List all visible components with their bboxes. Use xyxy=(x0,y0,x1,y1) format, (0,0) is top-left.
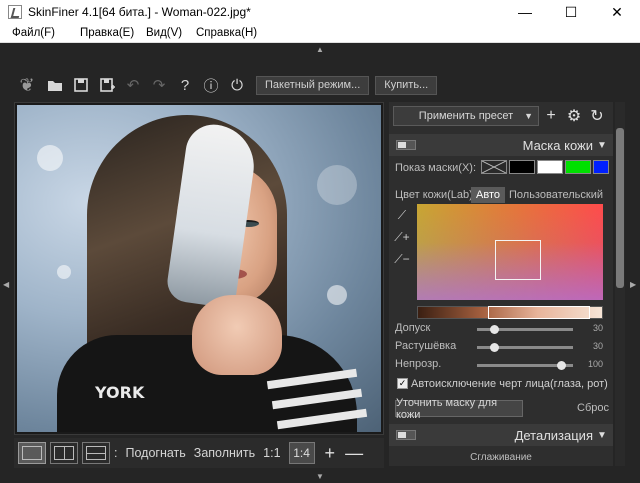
slider-label: Непрозр. xyxy=(395,358,442,370)
mask-green-swatch[interactable] xyxy=(565,160,591,174)
auto-exclude-checkbox[interactable]: ✓ xyxy=(397,378,408,389)
preset-dropdown-label: Применить пресет xyxy=(418,110,514,122)
preset-row: Применить пресет ▼ + ⚙ ↻ xyxy=(393,106,608,126)
custom-skin-color-button[interactable]: Пользовательский xyxy=(509,189,603,201)
actual-size-button[interactable]: 1:1 xyxy=(263,446,280,460)
slider-knob[interactable] xyxy=(490,343,500,352)
portrait-photo: YORK xyxy=(17,105,381,432)
auto-skin-color-button[interactable]: Авто xyxy=(471,187,505,203)
slider-value: 100 xyxy=(587,359,603,369)
collapse-left-arrow-icon[interactable]: ◀ xyxy=(3,280,9,289)
close-button[interactable]: ✕ xyxy=(594,0,640,24)
settings-panel: Применить пресет ▼ + ⚙ ↻ Маска кожи ▼ По… xyxy=(389,102,613,466)
add-preset-icon[interactable]: + xyxy=(540,106,562,126)
reset-button[interactable]: Сброс xyxy=(577,402,609,414)
slider-value: 30 xyxy=(592,341,603,351)
menu-file[interactable]: Файл(F) xyxy=(0,27,68,39)
skin-mask-header[interactable]: Маска кожи ▼ xyxy=(389,134,613,156)
smoothing-label: Сглаживание xyxy=(470,452,532,463)
collapse-bottom-arrow-icon[interactable]: ▼ xyxy=(316,472,324,481)
help-icon[interactable]: ? xyxy=(172,74,198,96)
buy-button[interactable]: Купить... xyxy=(375,75,438,95)
slider-track[interactable] xyxy=(477,361,573,370)
minimize-button[interactable]: — xyxy=(502,0,548,24)
skin-tone-range-handle[interactable] xyxy=(488,306,590,319)
chevron-down-icon: ▼ xyxy=(597,429,607,441)
slider-track[interactable] xyxy=(477,325,573,334)
menu-view[interactable]: Вид(V) xyxy=(134,27,184,39)
batch-mode-button[interactable]: Пакетный режим... xyxy=(256,75,370,95)
info-icon[interactable]: ⓘ xyxy=(198,74,224,96)
chevron-down-icon: ▼ xyxy=(524,111,533,121)
feather-icon: ❦ xyxy=(19,74,35,95)
slider-value: 30 xyxy=(592,323,603,333)
eyedropper-icon[interactable]: ⟋ xyxy=(393,206,411,224)
collapse-top-arrow-icon[interactable]: ▲ xyxy=(316,45,324,54)
menu-bar: Файл(F) Правка(E) Вид(V) Справка(H) xyxy=(0,24,640,43)
auto-exclude-label: Автоисключение черт лица(глаза, рот) xyxy=(411,378,608,390)
show-mask-label: Показ маски(X): xyxy=(395,162,477,174)
zoom-in-button[interactable]: + xyxy=(325,443,336,464)
mask-black-swatch[interactable] xyxy=(509,160,535,174)
shirt-text: YORK xyxy=(95,383,145,402)
color-selection-box[interactable] xyxy=(495,240,541,280)
collapse-right-arrow-icon[interactable]: ▶ xyxy=(630,280,636,289)
main-toolbar: ❦ ↶ ↷ ? ⓘ ⏻ Пакетный режим... Купить... xyxy=(12,74,438,96)
image-view[interactable]: YORK xyxy=(14,102,384,435)
preset-dropdown[interactable]: Применить пресет ▼ xyxy=(393,106,539,126)
mask-blue-swatch[interactable] xyxy=(593,160,609,174)
maximize-button[interactable]: ☐ xyxy=(548,0,594,24)
refine-mask-button[interactable]: Уточнить маску для кожи xyxy=(395,397,523,421)
undo-icon[interactable]: ↶ xyxy=(120,74,146,96)
open-folder-icon[interactable] xyxy=(42,74,68,96)
panel-scrollbar[interactable] xyxy=(615,102,625,466)
slider-label: Допуск xyxy=(395,322,431,334)
slider-label: Растушёвка xyxy=(395,340,457,352)
skin-mask-toggle[interactable] xyxy=(396,140,416,150)
app-logo-icon xyxy=(8,5,22,19)
hidden-label: : xyxy=(114,446,118,460)
save-as-icon[interactable] xyxy=(94,74,120,96)
split-vertical-view-button[interactable] xyxy=(50,442,78,464)
title-bar: SkinFiner 4.1[64 бита.] - Woman-022.jpg*… xyxy=(0,0,640,24)
eyedropper-subtract-icon[interactable]: ⟋− xyxy=(393,250,411,268)
menu-help[interactable]: Справка(H) xyxy=(184,27,257,39)
zoom-out-button[interactable]: — xyxy=(345,443,363,464)
single-view-button[interactable] xyxy=(18,442,46,464)
detail-toggle[interactable] xyxy=(396,430,416,440)
window-title: SkinFiner 4.1[64 бита.] - Woman-022.jpg* xyxy=(28,5,251,19)
save-icon[interactable] xyxy=(68,74,94,96)
slider-track[interactable] xyxy=(477,343,573,352)
mask-white-swatch[interactable] xyxy=(537,160,563,174)
skin-color-picker[interactable] xyxy=(417,204,603,300)
skin-mask-title: Маска кожи xyxy=(522,137,593,153)
refresh-icon[interactable]: ↻ xyxy=(586,106,608,126)
slider-knob[interactable] xyxy=(490,325,500,334)
gear-icon[interactable]: ⚙ xyxy=(563,106,585,126)
mask-none-swatch[interactable] xyxy=(481,160,507,174)
split-horizontal-view-button[interactable] xyxy=(82,442,110,464)
skin-tone-range-bar[interactable] xyxy=(417,306,603,319)
zoom-level[interactable]: 1:4 xyxy=(288,442,315,464)
fill-button[interactable]: Заполнить xyxy=(194,446,255,460)
menu-edit[interactable]: Правка(E) xyxy=(68,27,134,39)
fit-button[interactable]: Подогнать xyxy=(125,446,185,460)
skin-color-label: Цвет кожи(Lab): xyxy=(395,189,476,201)
chevron-down-icon: ▼ xyxy=(597,139,607,151)
view-bar: : Подогнать Заполнить 1:1 1:4 + — xyxy=(14,438,384,468)
eyedropper-add-icon[interactable]: ⟋+ xyxy=(393,228,411,246)
detail-header[interactable]: Детализация ▼ xyxy=(389,424,613,446)
plugin-icon[interactable]: ⏻ xyxy=(224,74,250,96)
redo-icon[interactable]: ↷ xyxy=(146,74,172,96)
scrollbar-thumb[interactable] xyxy=(616,128,624,288)
slider-knob[interactable] xyxy=(557,361,567,370)
detail-title: Детализация xyxy=(514,427,593,443)
